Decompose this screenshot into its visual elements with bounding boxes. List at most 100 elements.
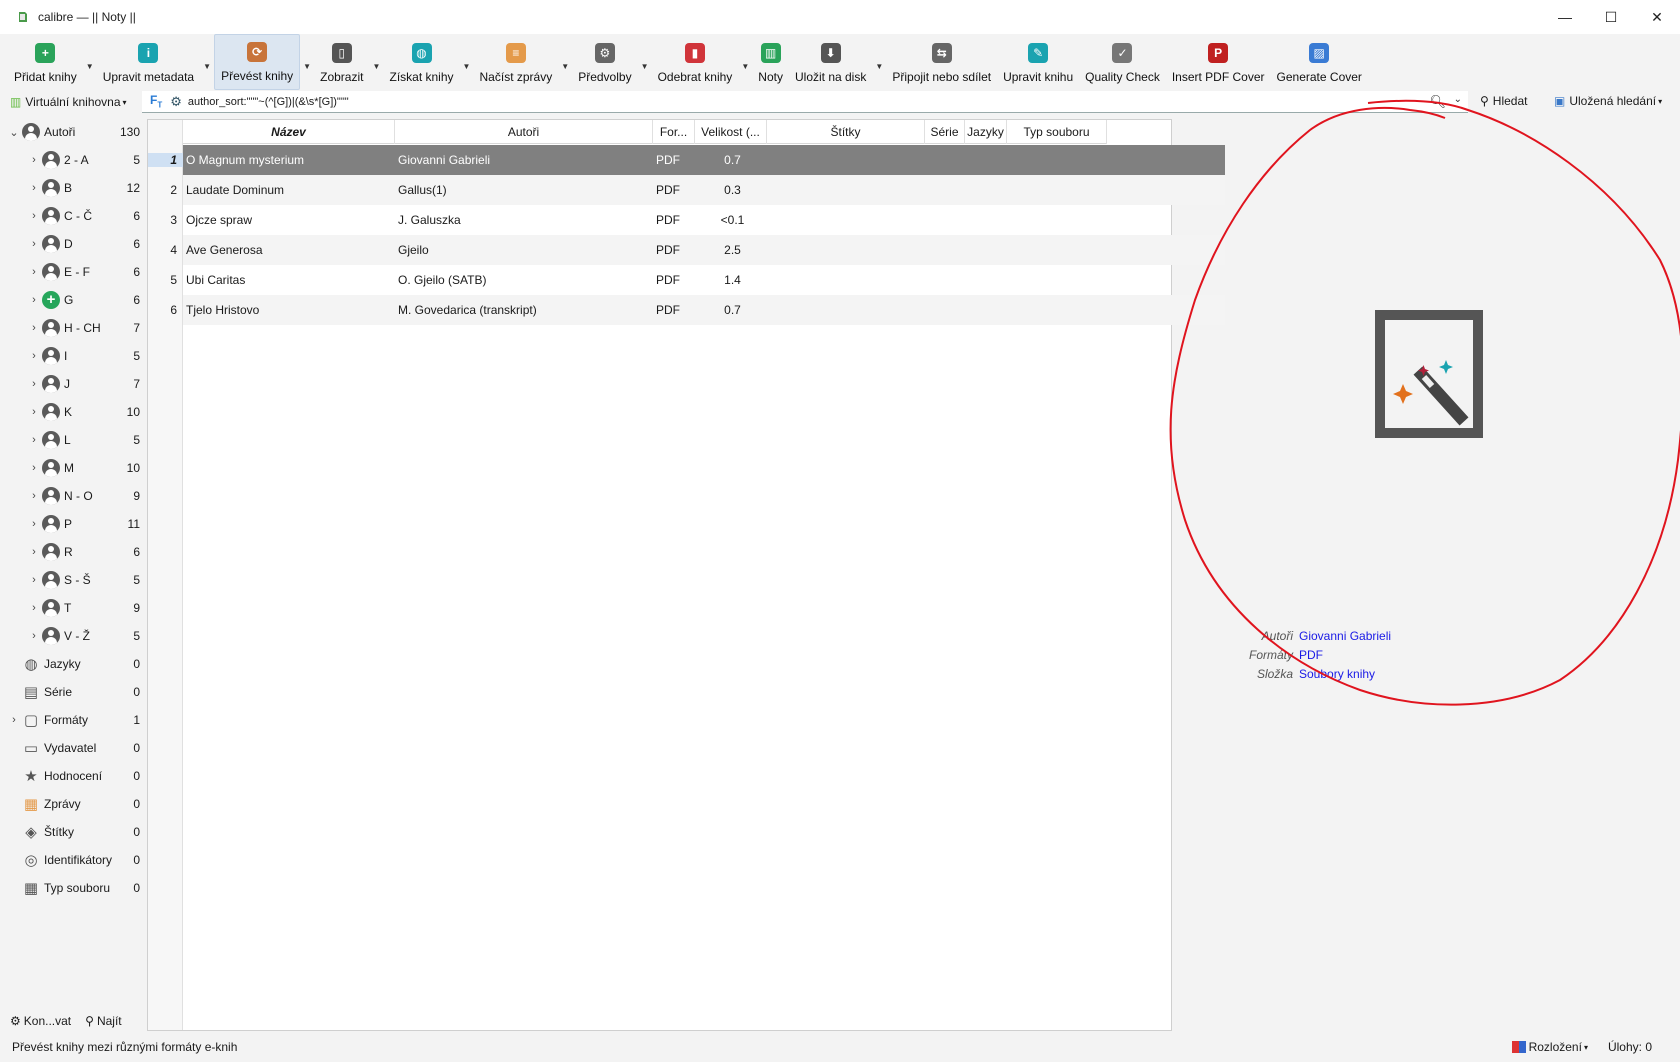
chevron-right-icon[interactable]: › [26,238,42,250]
chevron-right-icon[interactable]: › [26,322,42,334]
tag-browser-item[interactable]: › J 7 [6,370,144,398]
chevron-right-icon[interactable]: › [26,378,42,390]
toolbar-button-pdf[interactable]: P Insert PDF Cover [1166,34,1271,90]
toolbar-dropdown-arrow-icon[interactable]: ▼ [558,34,572,90]
search-input[interactable]: FT ⚙ author_sort:"""~(^[G])|(&\s*[G])"""… [142,91,1468,113]
details-authors-link[interactable]: Giovanni Gabrieli [1299,629,1391,643]
toolbar-button-quality-check[interactable]: ✓ Quality Check [1079,34,1166,90]
configure-button[interactable]: ⚙ Kon...vat [10,1014,71,1028]
tag-browser-item[interactable]: › T 9 [6,594,144,622]
tag-browser-item[interactable]: › V - Ž 5 [6,622,144,650]
toolbar-dropdown-arrow-icon[interactable]: ▼ [738,34,752,90]
tag-browser-item[interactable]: › L 5 [6,426,144,454]
column-header[interactable]: Velikost (... [695,120,767,144]
gear-icon[interactable]: ⚙ [170,94,182,110]
chevron-right-icon[interactable]: › [26,406,42,418]
toolbar-dropdown-arrow-icon[interactable]: ▼ [638,34,652,90]
tag-browser-item[interactable]: › K 10 [6,398,144,426]
column-header[interactable]: Štítky [767,120,925,144]
toolbar-button-trash[interactable]: ▮ Odebrat knihy [652,34,739,90]
tag-browser-item[interactable]: ⌄ Autoři 130 [6,118,144,146]
tag-browser-item[interactable]: › I 5 [6,342,144,370]
tag-browser-item[interactable]: › ▢ Formáty 1 [6,706,144,734]
table-row[interactable]: 5 Ubi Caritas O. Gjeilo (SATB) PDF 1.4 [148,265,1225,295]
tag-browser-item[interactable]: › C - Č 6 [6,202,144,230]
chevron-right-icon[interactable]: › [26,462,42,474]
find-button[interactable]: ⚲ Najít [85,1014,121,1028]
toolbar-button-edit-book[interactable]: ✎ Upravit knihu [997,34,1079,90]
toolbar-button-generate-cover[interactable]: ▨ Generate Cover [1271,34,1368,90]
chevron-right-icon[interactable]: › [26,154,42,166]
tag-browser-item[interactable]: › P 11 [6,510,144,538]
details-formats-link[interactable]: PDF [1299,648,1323,662]
tag-browser-item[interactable]: › N - O 9 [6,482,144,510]
chevron-right-icon[interactable]: › [26,210,42,222]
jobs-indicator[interactable]: Úlohy: 0 [1608,1040,1652,1054]
column-header[interactable]: Typ souboru [1007,120,1107,144]
toolbar-button-save[interactable]: ⬇ Uložit na disk [789,34,872,90]
toolbar-button-connect[interactable]: ⇆ Připojit nebo sdílet [886,34,997,90]
chevron-right-icon[interactable]: › [26,630,42,642]
chevron-right-icon[interactable]: › [26,294,42,306]
toolbar-button-add-book[interactable]: + Přidat knihy [8,34,83,90]
toolbar-button-view[interactable]: ▯ Zobrazit [314,34,369,90]
tag-browser-item[interactable]: ▦ Typ souboru 0 [6,874,144,902]
search-button[interactable]: ⚲ Hledat [1480,94,1527,108]
table-row[interactable]: 1O Magnum mysterium Giovanni Gabrieli PDF 0… [148,145,1225,175]
toolbar-dropdown-arrow-icon[interactable]: ▼ [300,34,314,90]
tag-browser-item[interactable]: › M 10 [6,454,144,482]
table-row[interactable]: 6 Tjelo Hristovo M. Govedarica (transkript… [148,295,1225,325]
tag-browser-item[interactable]: › R 6 [6,538,144,566]
tag-browser-item[interactable]: › H - CH 7 [6,314,144,342]
layout-button[interactable]: Rozložení ▾ [1511,1040,1588,1054]
table-row[interactable]: 4 Ave Generosa Gjeilo PDF 2.5 [148,235,1225,265]
toolbar-dropdown-arrow-icon[interactable]: ▼ [83,34,97,90]
chevron-right-icon[interactable]: › [26,434,42,446]
tag-browser-item[interactable]: ◈ Štítky 0 [6,818,144,846]
toolbar-button-globe[interactable]: ◍ Získat knihy [383,34,459,90]
full-text-search-icon[interactable]: FT [150,93,162,109]
toolbar-button-preferences[interactable]: ⚙ Předvolby [572,34,637,90]
column-header[interactable]: Jazyky [965,120,1007,144]
book-list[interactable]: Název Autoři For... Velikost (... Štítky Séri… [147,119,1225,1031]
search-icon[interactable]: 🔍︎ [1429,94,1446,110]
tag-browser-item[interactable]: ▭ Vydavatel 0 [6,734,144,762]
details-folder-link[interactable]: Soubory knihy [1299,667,1375,681]
chevron-right-icon[interactable]: › [6,714,22,726]
toolbar-button-news[interactable]: ≡ Načíst zprávy [474,34,559,90]
toolbar-button-library[interactable]: ▥ Noty [752,34,789,90]
maximize-button[interactable]: ☐ [1588,0,1634,34]
chevron-right-icon[interactable]: › [26,350,42,362]
tag-browser-item[interactable]: ▦ Zprávy 0 [6,790,144,818]
virtual-library-button[interactable]: ▥ Virtuální knihovna ▾ [10,95,140,109]
chevron-down-icon[interactable]: ⌄ [6,126,22,139]
toolbar-dropdown-arrow-icon[interactable]: ▼ [460,34,474,90]
tag-browser-item[interactable]: › B 12 [6,174,144,202]
chevron-right-icon[interactable]: › [26,518,42,530]
close-button[interactable]: ✕ [1634,0,1680,34]
chevron-right-icon[interactable]: › [26,266,42,278]
tag-browser-item[interactable]: › 2 - A 5 [6,146,144,174]
chevron-right-icon[interactable]: › [26,490,42,502]
tag-browser-item[interactable]: › D 6 [6,230,144,258]
chevron-down-icon[interactable]: ⌄ [1454,94,1462,105]
tag-browser-item[interactable]: ◎ Identifikátory 0 [6,846,144,874]
saved-searches-button[interactable]: ▣ Uložená hledání ▾ [1554,94,1662,108]
chevron-right-icon[interactable]: › [26,182,42,194]
toolbar-button-convert[interactable]: ⟳ Převést knihy [214,34,301,90]
column-header[interactable]: Autoři [395,120,653,144]
tag-browser-item[interactable]: ▤ Série 0 [6,678,144,706]
column-header[interactable]: For... [653,120,695,144]
toolbar-button-edit-metadata[interactable]: i Upravit metadata [97,34,200,90]
column-header[interactable]: Série [925,120,965,144]
toolbar-dropdown-arrow-icon[interactable]: ▼ [369,34,383,90]
tag-browser-item[interactable]: › + G 6 [6,286,144,314]
chevron-right-icon[interactable]: › [26,574,42,586]
table-row[interactable]: 3 Ojcze spraw J. Galuszka PDF <0.1 [148,205,1225,235]
toolbar-dropdown-arrow-icon[interactable]: ▼ [872,34,886,90]
chevron-right-icon[interactable]: › [26,546,42,558]
toolbar-dropdown-arrow-icon[interactable]: ▼ [200,34,214,90]
table-row[interactable]: 2 Laudate Dominum Gallus(1) PDF 0.3 [148,175,1225,205]
generate-cover-placeholder-icon[interactable] [1374,309,1484,439]
tag-browser-item[interactable]: ★ Hodnocení 0 [6,762,144,790]
